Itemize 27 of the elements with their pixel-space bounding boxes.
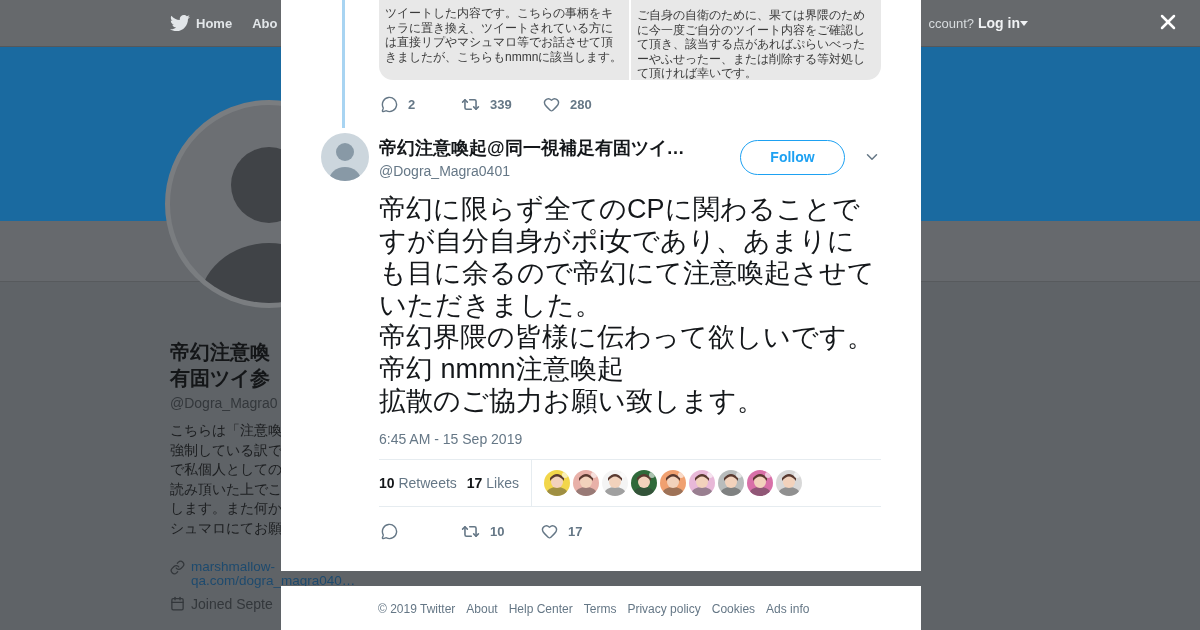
footer-link[interactable]: Privacy policy (627, 602, 701, 616)
nav-link[interactable]: Abo (252, 15, 278, 31)
footer-link[interactable]: Help Center (508, 602, 573, 616)
user-handle: @Dogra_Magra0401 (379, 162, 511, 179)
like-button[interactable]: 280 (541, 95, 621, 113)
retweet-button[interactable]: 10 (459, 521, 539, 541)
stat-link[interactable]: 10 Retweets (379, 475, 457, 491)
reply-button[interactable]: 2 (379, 95, 459, 113)
stat-link[interactable]: 17 Likes (466, 475, 519, 491)
profile-name: 有固ツイ参 (170, 366, 271, 391)
footer-link[interactable]: About (466, 602, 498, 616)
like-button[interactable]: 17 (539, 522, 619, 540)
user-name[interactable]: 帝幻注意喚起@同一視補足有固ツイ… (379, 135, 709, 160)
panel-text: ご自身の自衛のために、果ては界隈のために今一度ご自分のツイート内容をご確認して頂き、該当する点があればぷらいべったーやふせったー、または削除する等対処して頂ければ幸いです。 (637, 8, 866, 80)
tweet-text: 帝幻に限らず全てのCPに関わることですが自分自身がポi女であり、あまりにも目に余るので帝幻にて注意喚起させていただきました。 帝幻界隈の皆様に伝わって欲しいです。 帝幻 nmmn注意喚起 拡散のご協力お願い致します。 (379, 193, 876, 417)
footer-link[interactable]: Ads info (766, 602, 810, 616)
follow-button[interactable]: Follow (740, 139, 845, 175)
profile-name: 帝幻注意喚 (170, 340, 271, 365)
tweet-timestamp[interactable]: 6:45 AM - 15 Sep 2019 (379, 431, 881, 447)
login-link[interactable]: Log in (978, 15, 1028, 31)
footer-link[interactable]: Terms (583, 602, 617, 616)
footer-link[interactable]: Cookies (711, 602, 756, 616)
account-prompt: ccount? (928, 15, 974, 31)
panel-text: ツイートした内容です。こちらの事柄をキャラに置き換え、ツイートされている方には直接リプやマシュマロ等でお話させて頂きましたが、こちらもnmmnに該当します。 (385, 6, 623, 64)
footer-link[interactable]: © 2019 Twitter (378, 602, 456, 616)
retweet-button[interactable]: 339 (459, 94, 541, 114)
nav-link[interactable]: Home (170, 13, 233, 33)
